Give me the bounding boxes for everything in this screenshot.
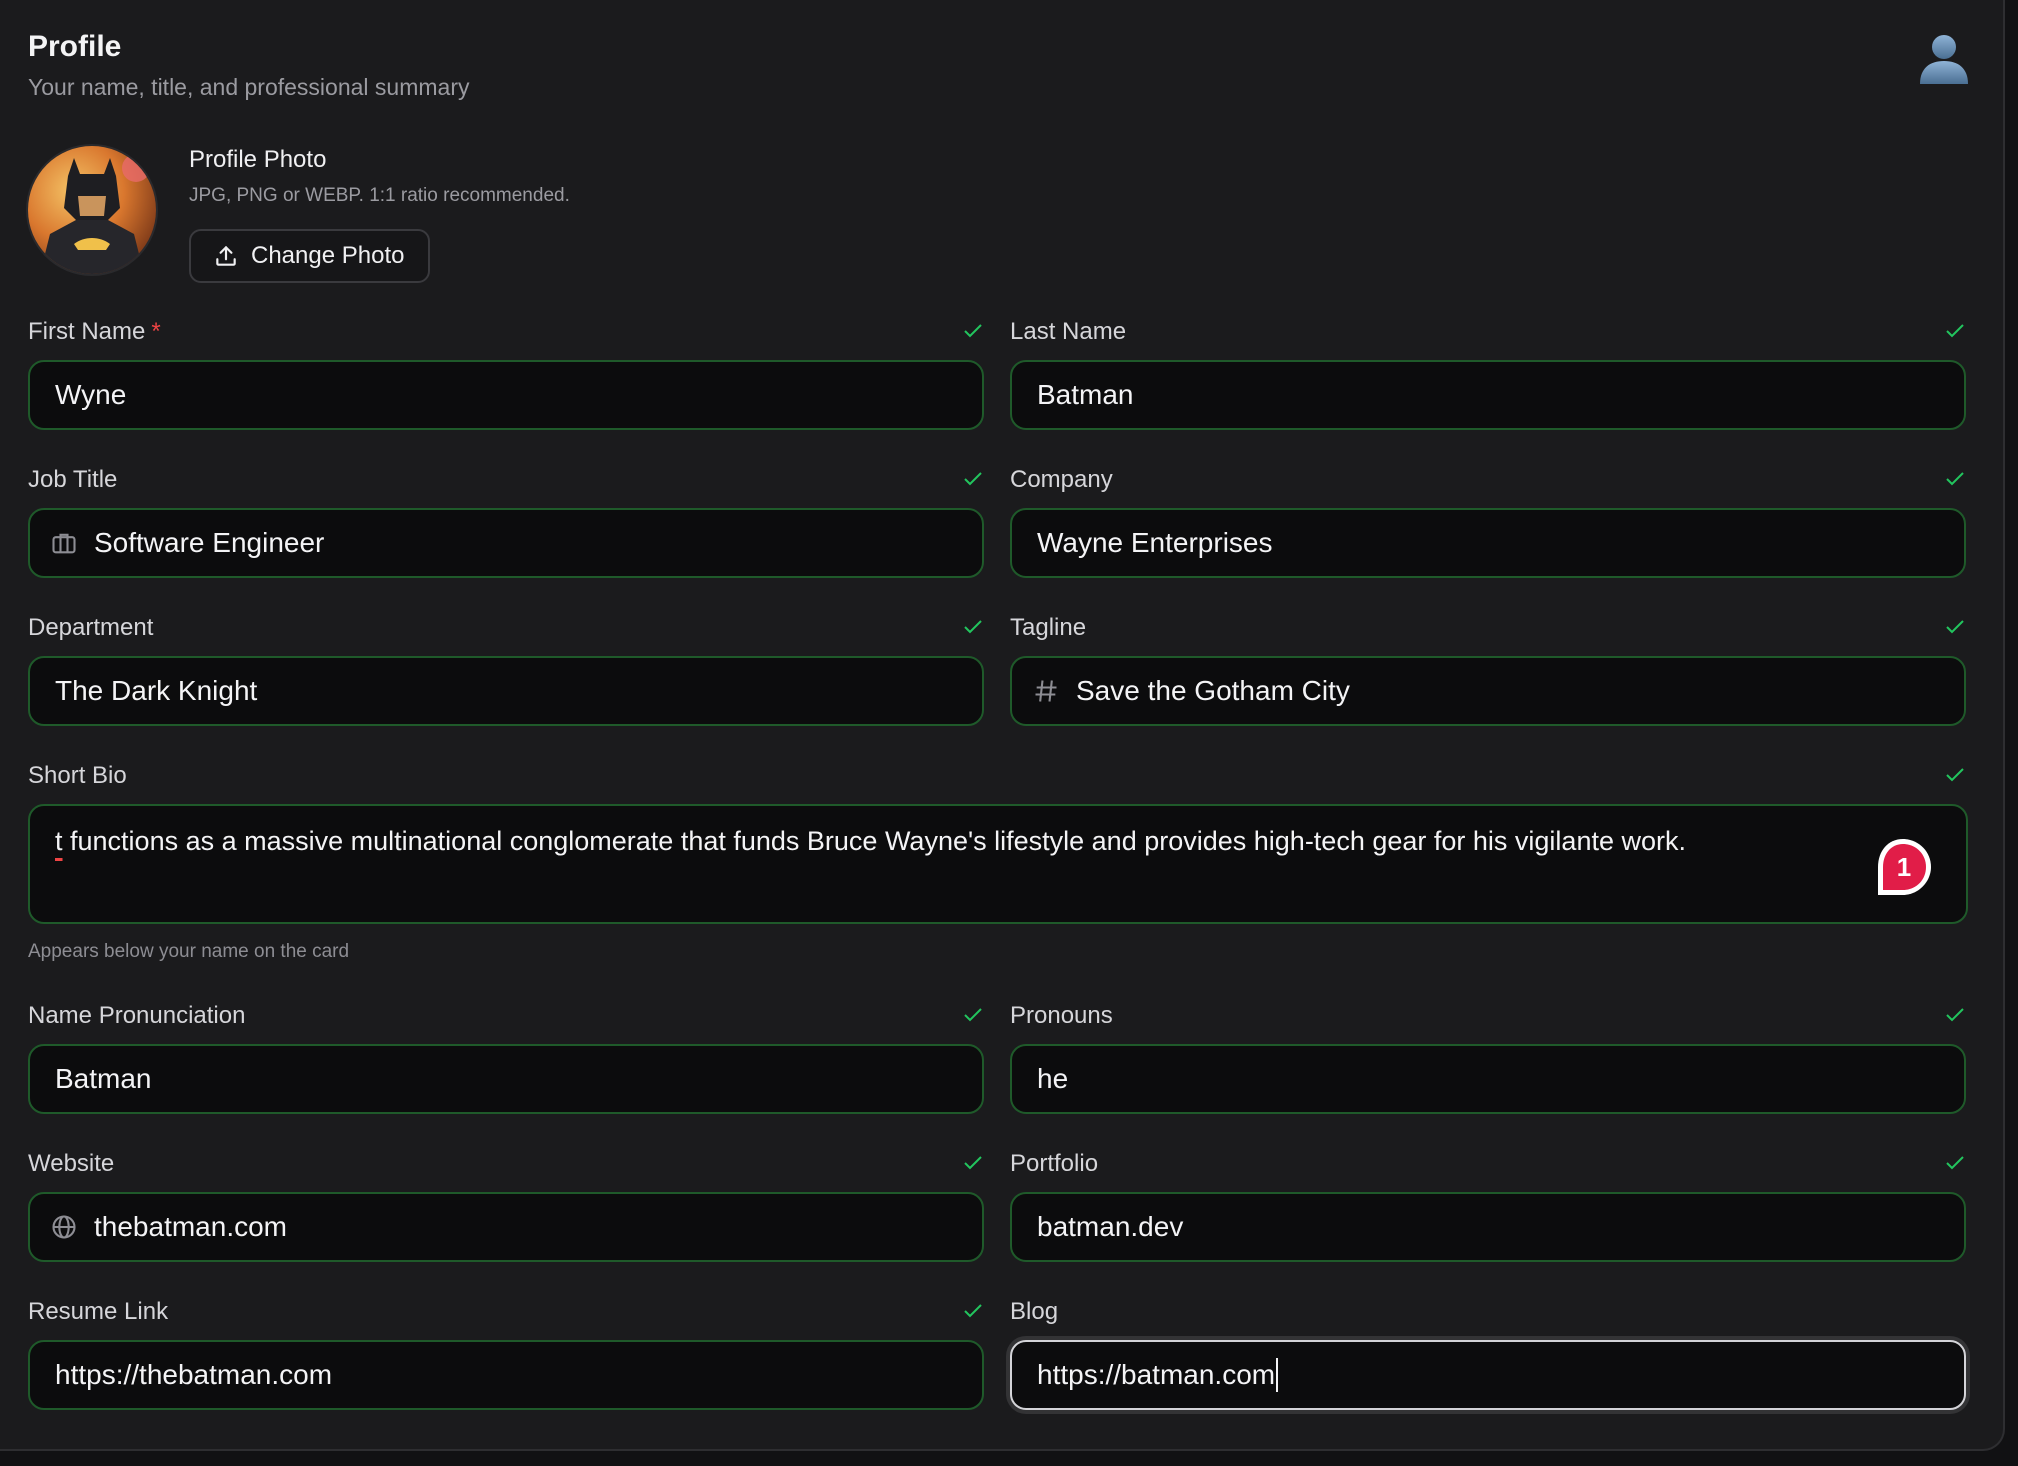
required-mark: *	[151, 318, 161, 345]
pronouns-label: Pronouns	[1010, 1002, 1113, 1029]
resume-link-input[interactable]: https://thebatman.com	[28, 1340, 984, 1410]
check-icon	[1946, 472, 1964, 486]
department-input[interactable]: The Dark Knight	[28, 656, 984, 726]
portfolio-label: Portfolio	[1010, 1150, 1099, 1177]
check-icon	[1946, 1156, 1964, 1170]
tagline-label: Tagline	[1010, 614, 1087, 641]
short-bio-text: functions as a massive multinational con…	[62, 826, 1686, 856]
blog-input[interactable]: https://batman.com	[1010, 1340, 1966, 1410]
last-name-label: Last Name	[1010, 318, 1127, 345]
company-label: Company	[1010, 466, 1113, 493]
user-icon[interactable]	[1916, 30, 1972, 86]
briefcase-icon	[52, 533, 76, 554]
last-name-input[interactable]: Batman	[1010, 360, 1966, 430]
check-icon	[1946, 324, 1964, 338]
department-label: Department	[28, 614, 154, 641]
first-name-label: First Name *	[28, 318, 161, 345]
pronouns-input[interactable]: he	[1010, 1044, 1966, 1114]
hash-icon	[1035, 680, 1057, 702]
check-icon	[1946, 768, 1964, 782]
globe-icon	[52, 1215, 76, 1239]
website-input[interactable]: thebatman.com	[28, 1192, 984, 1262]
profile-photo-hint: JPG, PNG or WEBP. 1:1 ratio recommended.	[189, 185, 570, 206]
portfolio-input[interactable]: batman.dev	[1010, 1192, 1966, 1262]
text-cursor	[1276, 1358, 1279, 1392]
section-title: Profile	[28, 30, 122, 63]
website-label: Website	[28, 1150, 115, 1177]
first-name-input[interactable]: Wyne	[28, 360, 984, 430]
grammar-assistant-badge[interactable]: 1	[1872, 836, 1934, 898]
check-icon	[964, 1008, 982, 1022]
check-icon	[1946, 620, 1964, 634]
check-icon	[964, 1304, 982, 1318]
batman-avatar-image	[28, 146, 156, 274]
check-icon	[964, 1156, 982, 1170]
profile-card: Profile Your name, title, and profession…	[0, 0, 2005, 1451]
name-pronunciation-input[interactable]: Batman	[28, 1044, 984, 1114]
notification-badge-icon: 1	[1878, 839, 1931, 895]
change-photo-label: Change Photo	[251, 242, 405, 269]
tagline-input[interactable]: Save the Gotham City	[1010, 656, 1966, 726]
check-icon	[1946, 1008, 1964, 1022]
check-icon	[964, 324, 982, 338]
short-bio-label: Short Bio	[28, 762, 127, 789]
badge-count: 1	[1897, 852, 1911, 882]
blog-label: Blog	[1010, 1298, 1059, 1325]
name-pronunciation-label: Name Pronunciation	[28, 1002, 246, 1029]
short-bio-helper: Appears below your name on the card	[28, 941, 350, 962]
upload-icon	[216, 246, 236, 266]
short-bio-textarea[interactable]: t functions as a massive multinational c…	[28, 804, 1968, 924]
profile-photo-title: Profile Photo	[189, 146, 327, 173]
section-subtitle: Your name, title, and professional summa…	[28, 74, 470, 100]
resume-link-label: Resume Link	[28, 1298, 169, 1325]
job-title-input[interactable]: Software Engineer	[28, 508, 984, 578]
check-icon	[964, 472, 982, 486]
change-photo-button[interactable]: Change Photo	[189, 229, 430, 283]
job-title-label: Job Title	[28, 466, 118, 493]
company-input[interactable]: Wayne Enterprises	[1010, 508, 1966, 578]
profile-avatar	[28, 146, 156, 274]
check-icon	[964, 620, 982, 634]
spellcheck-flagged-word: t	[55, 826, 63, 856]
